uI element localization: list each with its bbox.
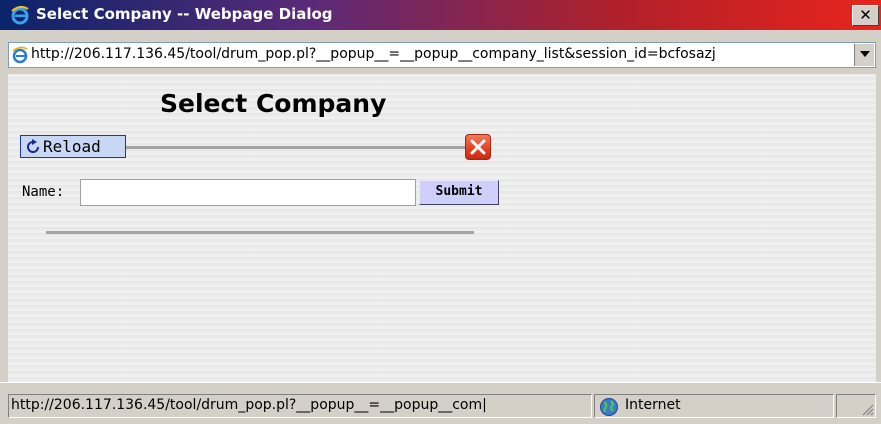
security-zone[interactable]: Internet xyxy=(594,394,834,418)
status-url: http://206.117.136.45/tool/drum_pop.pl?_… xyxy=(8,394,592,418)
name-input[interactable] xyxy=(80,179,416,206)
divider xyxy=(126,146,466,149)
status-bar: http://206.117.136.45/tool/drum_pop.pl?_… xyxy=(0,382,881,424)
address-url: http://206.117.136.45/tool/drum_pop.pl?_… xyxy=(31,46,716,62)
address-bar: http://206.117.136.45/tool/drum_pop.pl?_… xyxy=(0,30,881,74)
window-title: Select Company -- Webpage Dialog xyxy=(36,5,333,23)
close-icon: ✕ xyxy=(859,6,872,24)
internet-explorer-icon xyxy=(11,5,29,25)
close-dialog-button[interactable] xyxy=(465,134,491,160)
refresh-icon xyxy=(27,138,39,153)
resize-grip-icon xyxy=(862,404,874,416)
zone-label: Internet xyxy=(625,397,681,413)
resize-grip[interactable] xyxy=(836,394,876,418)
reload-label: Reload xyxy=(43,137,101,156)
page-title: Select Company xyxy=(160,89,387,118)
window-close-button[interactable]: ✕ xyxy=(852,5,879,26)
close-icon xyxy=(470,139,486,155)
reload-button[interactable]: Reload xyxy=(20,135,126,158)
address-field[interactable]: http://206.117.136.45/tool/drum_pop.pl?_… xyxy=(8,42,876,68)
address-dropdown-button[interactable] xyxy=(854,44,874,66)
chevron-down-icon xyxy=(860,51,870,57)
submit-button[interactable]: Submit xyxy=(419,180,499,205)
ie-page-icon xyxy=(12,46,28,64)
dialog-content: Select Company Reload Name: Submit xyxy=(8,74,876,382)
name-label: Name: xyxy=(22,184,65,200)
globe-icon xyxy=(600,398,618,416)
divider xyxy=(46,231,474,234)
window-titlebar[interactable]: Select Company -- Webpage Dialog ✕ xyxy=(0,0,881,30)
